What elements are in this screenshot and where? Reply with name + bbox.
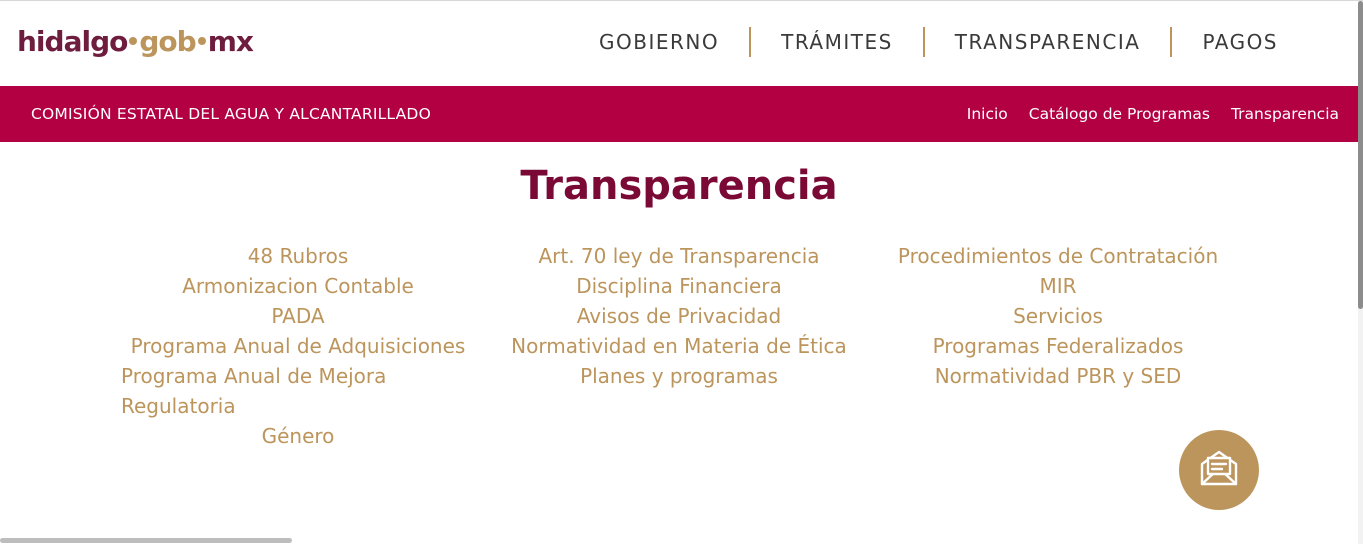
- link-mir[interactable]: MIR: [878, 271, 1238, 301]
- vertical-scrollbar-thumb[interactable]: [1358, 1, 1363, 309]
- page-title: Transparencia: [520, 163, 838, 209]
- logo-part-mx: mx: [207, 25, 254, 58]
- nav-transparencia[interactable]: TRANSPARENCIA: [925, 30, 1171, 54]
- links-column-3: Procedimientos de Contratación MIR Servi…: [878, 241, 1238, 391]
- link-genero[interactable]: Género: [118, 421, 478, 451]
- logo-dot-1: [129, 37, 138, 45]
- link-armonizacion-contable[interactable]: Armonizacion Contable: [118, 271, 478, 301]
- links-column-1: 48 Rubros Armonizacion Contable PADA Pro…: [118, 241, 478, 451]
- mail-envelope-icon: [1194, 443, 1244, 497]
- site-logo[interactable]: hidalgo gob mx: [17, 25, 254, 58]
- logo-part-hidalgo: hidalgo: [17, 25, 128, 58]
- link-programa-anual-mejora-regulatoria[interactable]: Programa Anual de Mejora Regulatoria: [118, 361, 478, 421]
- main-nav: GOBIERNO TRÁMITES TRANSPARENCIA PAGOS: [569, 27, 1308, 57]
- link-pada[interactable]: PADA: [118, 301, 478, 331]
- link-disciplina-financiera[interactable]: Disciplina Financiera: [495, 271, 863, 301]
- subnav-transparencia[interactable]: Transparencia: [1231, 105, 1339, 123]
- vertical-scrollbar[interactable]: [1358, 1, 1363, 544]
- link-programa-anual-adquisiciones[interactable]: Programa Anual de Adquisiciones: [118, 331, 478, 361]
- link-programas-federalizados[interactable]: Programas Federalizados: [878, 331, 1238, 361]
- horizontal-scrollbar[interactable]: [0, 538, 292, 543]
- link-art-70[interactable]: Art. 70 ley de Transparencia: [495, 241, 863, 271]
- link-servicios[interactable]: Servicios: [878, 301, 1238, 331]
- link-planes-programas[interactable]: Planes y programas: [495, 361, 863, 391]
- top-header: hidalgo gob mx GOBIERNO TRÁMITES TRANSPARE…: [0, 1, 1358, 86]
- link-procedimientos-contratacion[interactable]: Procedimientos de Contratación: [878, 241, 1238, 271]
- nav-gobierno[interactable]: GOBIERNO: [569, 30, 749, 54]
- logo-part-gob: gob: [139, 25, 196, 58]
- link-normatividad-pbr-sed[interactable]: Normatividad PBR y SED: [878, 361, 1238, 391]
- link-48-rubros[interactable]: 48 Rubros: [118, 241, 478, 271]
- subnav-inicio[interactable]: Inicio: [967, 105, 1008, 123]
- link-avisos-privacidad[interactable]: Avisos de Privacidad: [495, 301, 863, 331]
- agency-bar: COMISIÓN ESTATAL DEL AGUA Y ALCANTARILLA…: [0, 86, 1358, 142]
- logo-dot-2: [197, 37, 206, 45]
- links-column-2: Art. 70 ley de Transparencia Disciplina …: [495, 241, 863, 391]
- agency-links: Inicio Catálogo de Programas Transparenc…: [967, 105, 1339, 123]
- link-normatividad-etica[interactable]: Normatividad en Materia de Ética: [495, 331, 863, 361]
- contact-mail-button[interactable]: [1179, 430, 1259, 510]
- agency-name[interactable]: COMISIÓN ESTATAL DEL AGUA Y ALCANTARILLA…: [31, 105, 431, 123]
- subnav-catalogo[interactable]: Catálogo de Programas: [1029, 105, 1210, 123]
- nav-tramites[interactable]: TRÁMITES: [751, 30, 923, 54]
- nav-pagos[interactable]: PAGOS: [1172, 30, 1308, 54]
